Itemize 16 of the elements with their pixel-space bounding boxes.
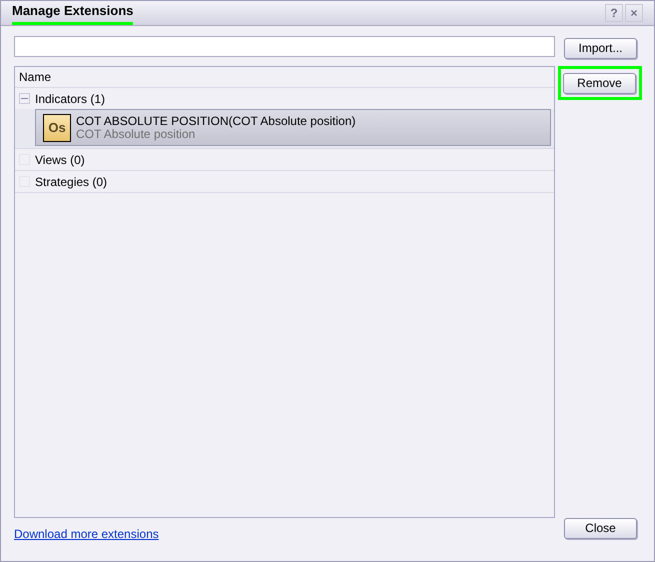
search-field[interactable] (14, 36, 555, 57)
window-title: Manage Extensions (12, 1, 134, 25)
close-button[interactable]: Close (564, 518, 637, 538)
group-label[interactable]: Strategies (0) (35, 172, 108, 190)
extension-item[interactable]: Os COT ABSOLUTE POSITION(COT Absolute position) COT Absolute position (35, 109, 551, 146)
column-header[interactable]: Name (15, 68, 52, 86)
close-button[interactable]: × (625, 4, 643, 22)
extension-icon: Os (43, 114, 71, 142)
extension-subtitle: COT Absolute position (76, 128, 196, 140)
group-label[interactable]: Indicators (1) (35, 90, 106, 108)
extension-title: COT ABSOLUTE POSITION(COT Absolute position) (76, 114, 356, 128)
download-link[interactable]: Download more extensions (14, 525, 159, 543)
help-button[interactable]: ? (605, 4, 623, 22)
group-label[interactable]: Views (0) (35, 150, 85, 168)
dialog-button[interactable]: Import... (564, 38, 637, 58)
dialog-button[interactable]: Remove (563, 72, 636, 94)
